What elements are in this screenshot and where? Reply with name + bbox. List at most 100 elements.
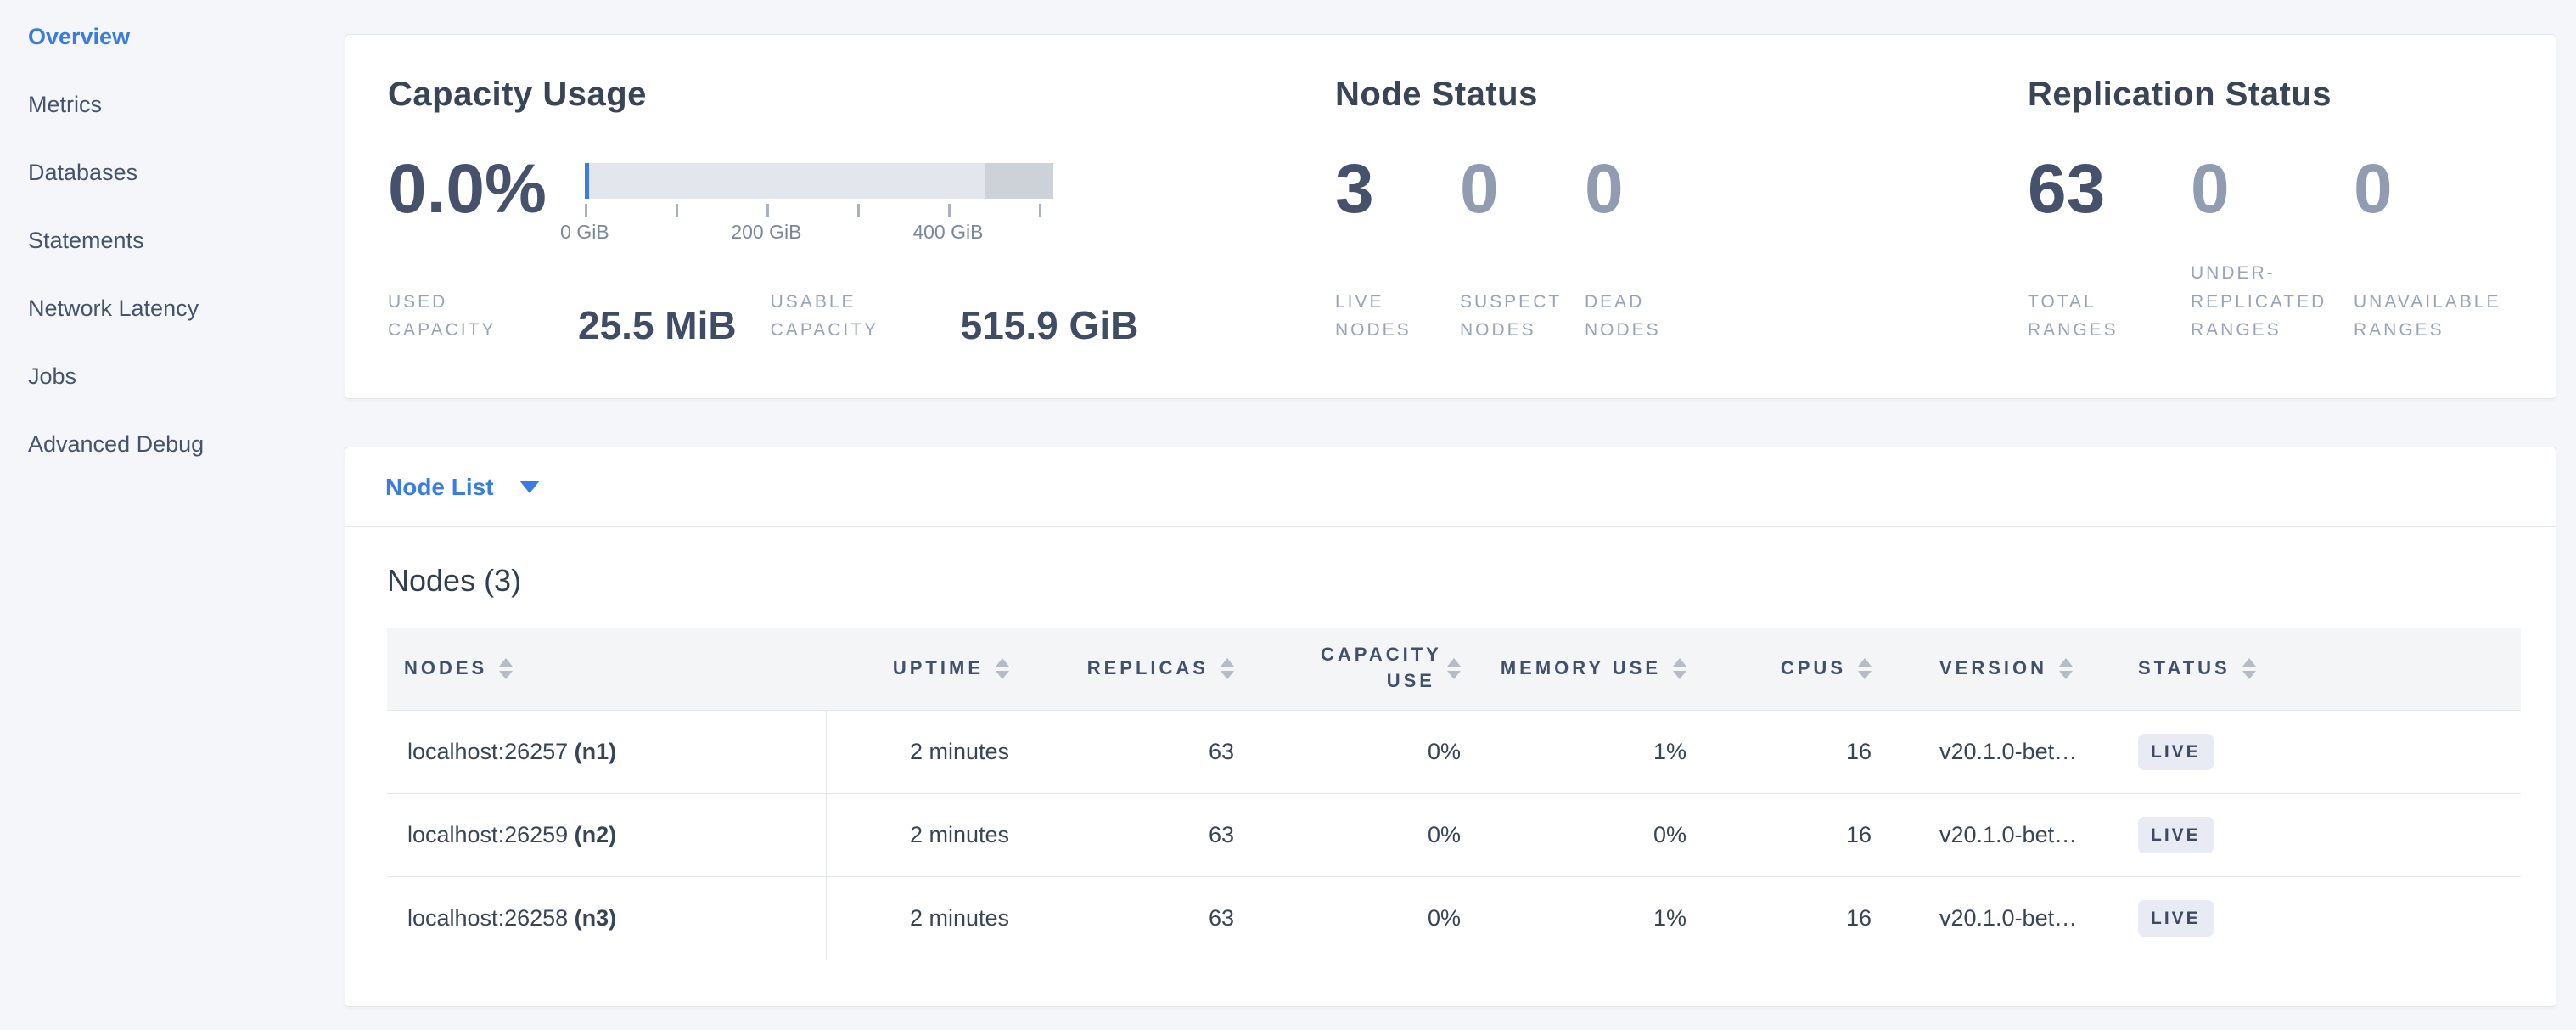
- column-header-cpus[interactable]: CPUS: [1686, 628, 1872, 710]
- dead-nodes-value: 0: [1585, 156, 1709, 222]
- cpus-cell: 16: [1686, 710, 1872, 793]
- used-capacity-value: 25.5 MiB: [578, 306, 737, 345]
- usable-capacity-stat: USABLE CAPACITY 515.9 GiB: [771, 288, 1139, 345]
- dead-nodes-stat: 0 DEAD NODES: [1585, 156, 1709, 346]
- sort-icon: [2059, 658, 2073, 679]
- sidebar-item-overview[interactable]: Overview: [28, 24, 345, 92]
- sort-icon: [499, 658, 513, 679]
- sort-icon: [1221, 658, 1234, 679]
- sort-icon: [996, 658, 1009, 679]
- node-list-card: Node List Nodes (3) NODES: [345, 447, 2556, 1007]
- table-header-row: NODES UPTIME REPLICAS CAPACITY USE: [387, 628, 2521, 710]
- capacity-gauge-reserved-segment: [985, 163, 1053, 199]
- memory-use-cell: 1%: [1461, 876, 1686, 960]
- total-ranges-value: 63: [2028, 156, 2191, 222]
- suspect-nodes-value: 0: [1460, 156, 1585, 222]
- sidebar-item-advanced-debug[interactable]: Advanced Debug: [28, 431, 345, 499]
- nodes-table-title: Nodes (3): [387, 563, 2521, 599]
- column-header-replicas[interactable]: REPLICAS: [1009, 628, 1234, 710]
- replication-status-title: Replication Status: [2028, 76, 2517, 114]
- capacity-gauge-ticks: [585, 199, 1053, 217]
- cluster-summary-card: Capacity Usage 0.0%: [345, 34, 2556, 399]
- usable-capacity-label: USABLE CAPACITY: [771, 288, 940, 345]
- column-header-status[interactable]: STATUS: [2126, 628, 2521, 710]
- dead-nodes-label: DEAD NODES: [1585, 288, 1709, 346]
- node-list-dropdown-label: Node List: [385, 474, 494, 501]
- capacity-gauge: 0 GiB 200 GiB 400 GiB: [585, 163, 1053, 243]
- replicas-cell: 63: [1009, 876, 1234, 960]
- sidebar-item-network-latency[interactable]: Network Latency: [28, 295, 345, 363]
- sort-icon: [2242, 658, 2256, 679]
- axis-label-0gib: 0 GiB: [560, 221, 609, 244]
- sidebar-item-jobs[interactable]: Jobs: [28, 363, 345, 431]
- node-status-section: Node Status 3 LIVE NODES 0 SUSPECT NODES…: [1335, 76, 2028, 398]
- column-header-capacity-use[interactable]: CAPACITY USE: [1234, 628, 1461, 710]
- sort-icon: [1447, 658, 1461, 679]
- memory-use-cell: 1%: [1461, 710, 1686, 793]
- sidebar-item-metrics[interactable]: Metrics: [28, 92, 345, 160]
- under-replicated-ranges-stat: 0 UNDER-REPLICATED RANGES: [2191, 156, 2354, 346]
- capacity-gauge-bar: [585, 163, 1053, 199]
- capacity-use-cell: 0%: [1234, 876, 1461, 960]
- node-address: localhost:26259: [407, 822, 568, 847]
- capacity-use-cell: 0%: [1234, 793, 1461, 876]
- cpus-cell: 16: [1686, 793, 1872, 876]
- replicas-cell: 63: [1009, 793, 1234, 876]
- status-badge: LIVE: [2138, 734, 2214, 770]
- column-header-memory-use[interactable]: MEMORY USE: [1461, 628, 1686, 710]
- node-status-title: Node Status: [1335, 76, 2028, 114]
- sidebar-item-statements[interactable]: Statements: [28, 228, 345, 295]
- suspect-nodes-stat: 0 SUSPECT NODES: [1460, 156, 1585, 346]
- sort-icon: [1673, 658, 1686, 679]
- live-nodes-stat: 3 LIVE NODES: [1335, 156, 1460, 346]
- total-ranges-label: TOTAL RANGES: [2028, 288, 2191, 346]
- node-id: (n1): [575, 739, 617, 764]
- replicas-cell: 63: [1009, 710, 1234, 793]
- total-ranges-stat: 63 TOTAL RANGES: [2028, 156, 2191, 346]
- version-cell: v20.1.0-bet…: [1872, 793, 2126, 876]
- node-id: (n2): [575, 822, 617, 847]
- capacity-usage-title: Capacity Usage: [388, 76, 1335, 114]
- table-row[interactable]: localhost:26259 (n2) 2 minutes 63 0% 0% …: [387, 793, 2521, 876]
- column-header-version[interactable]: VERSION: [1872, 628, 2126, 710]
- axis-label-400gib: 400 GiB: [912, 221, 983, 244]
- main-content: Capacity Usage 0.0%: [345, 0, 2556, 1007]
- sidebar: Overview Metrics Databases Statements Ne…: [0, 0, 345, 1030]
- under-replicated-ranges-label: UNDER-REPLICATED RANGES: [2191, 259, 2354, 346]
- table-row[interactable]: localhost:26257 (n1) 2 minutes 63 0% 1% …: [387, 710, 2521, 793]
- uptime-cell: 2 minutes: [826, 793, 1009, 876]
- live-nodes-label: LIVE NODES: [1335, 288, 1460, 346]
- axis-label-200gib: 200 GiB: [731, 221, 801, 244]
- replication-status-section: Replication Status 63 TOTAL RANGES 0 UND…: [2028, 76, 2517, 398]
- status-badge: LIVE: [2138, 900, 2214, 937]
- capacity-used-percent: 0.0%: [388, 156, 547, 222]
- node-address: localhost:26258: [407, 905, 568, 931]
- capacity-gauge-used-marker: [585, 163, 589, 199]
- unavailable-ranges-value: 0: [2354, 156, 2517, 222]
- version-cell: v20.1.0-bet…: [1872, 876, 2126, 960]
- sort-icon: [1858, 658, 1872, 679]
- cpus-cell: 16: [1686, 876, 1872, 960]
- capacity-use-cell: 0%: [1234, 710, 1461, 793]
- status-badge: LIVE: [2138, 817, 2214, 853]
- column-header-nodes[interactable]: NODES: [387, 628, 826, 710]
- version-cell: v20.1.0-bet…: [1872, 710, 2126, 793]
- node-id: (n3): [575, 905, 617, 931]
- used-capacity-stat: USED CAPACITY 25.5 MiB: [388, 288, 737, 345]
- table-row[interactable]: localhost:26258 (n3) 2 minutes 63 0% 1% …: [387, 876, 2521, 960]
- view-selector-bar: Node List: [345, 447, 2556, 527]
- sidebar-nav-list: Overview Metrics Databases Statements Ne…: [28, 24, 345, 499]
- sidebar-item-databases[interactable]: Databases: [28, 160, 345, 228]
- chevron-down-icon: [519, 481, 540, 493]
- column-header-uptime[interactable]: UPTIME: [826, 628, 1009, 710]
- memory-use-cell: 0%: [1461, 793, 1686, 876]
- uptime-cell: 2 minutes: [826, 876, 1009, 960]
- nodes-table: NODES UPTIME REPLICAS CAPACITY USE: [387, 628, 2521, 960]
- usable-capacity-value: 515.9 GiB: [961, 306, 1139, 345]
- node-list-dropdown[interactable]: Node List: [385, 474, 540, 501]
- node-address: localhost:26257: [407, 739, 568, 764]
- suspect-nodes-label: SUSPECT NODES: [1460, 288, 1585, 346]
- under-replicated-ranges-value: 0: [2191, 156, 2354, 222]
- uptime-cell: 2 minutes: [826, 710, 1009, 793]
- unavailable-ranges-label: UNAVAILABLE RANGES: [2354, 288, 2517, 346]
